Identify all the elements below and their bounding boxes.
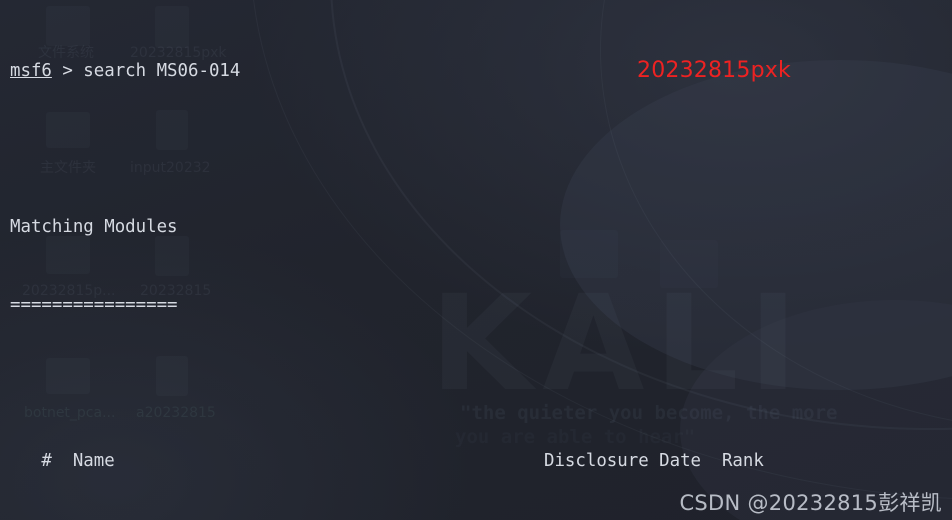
terminal-segment: Matching Modules <box>10 217 178 237</box>
terminal-segment: > search MS06-014 <box>51 61 241 81</box>
terminal-segment: msf6 <box>10 61 52 81</box>
terminal-window[interactable]: KALI "the quieter you become, the more y… <box>0 0 952 520</box>
terminal-line-cmd-search: msf6 > search MS06-014 <box>10 58 942 84</box>
terminal-line-blank-2 <box>10 370 942 396</box>
csdn-watermark: CSDN @20232815彭祥凯 <box>679 491 942 515</box>
terminal-segment: # Name Disclosure Date Rank <box>10 451 764 471</box>
terminal-segment: ================ <box>10 295 178 315</box>
terminal-output[interactable]: msf6 > search MS06-014 Matching Modules … <box>0 0 952 520</box>
terminal-line-blank-1 <box>10 136 942 162</box>
red-watermark-text: 20232815pxk <box>637 58 791 83</box>
terminal-line-table-header-1: # Name Disclosure Date Rank <box>10 448 942 474</box>
terminal-line-matching-modules-underline: ================ <box>10 292 942 318</box>
terminal-line-matching-modules-heading: Matching Modules <box>10 214 942 240</box>
